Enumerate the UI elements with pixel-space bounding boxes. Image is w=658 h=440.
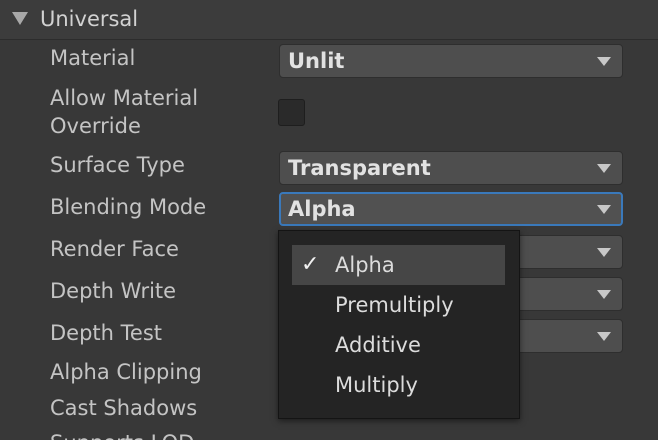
material-label: Material bbox=[50, 46, 136, 70]
surface-type-label: Surface Type bbox=[50, 153, 185, 177]
section-title: Universal bbox=[40, 7, 139, 31]
menu-item-label: Additive bbox=[335, 333, 421, 357]
menu-item-label: Alpha bbox=[335, 253, 395, 277]
chevron-down-icon bbox=[597, 332, 611, 341]
render-face-label: Render Face bbox=[50, 237, 179, 261]
surface-type-dropdown[interactable]: Transparent bbox=[279, 151, 623, 185]
depth-test-label: Depth Test bbox=[50, 321, 162, 345]
checkmark-icon: ✓ bbox=[301, 252, 320, 277]
menu-item-alpha[interactable]: ✓ Alpha bbox=[292, 245, 505, 285]
supports-lod-label: Supports LOD bbox=[50, 429, 194, 440]
chevron-down-icon bbox=[597, 248, 611, 257]
allow-override-label-line1: Allow Material bbox=[50, 86, 199, 110]
alpha-clipping-label: Alpha Clipping bbox=[50, 360, 202, 384]
menu-item-premultiply[interactable]: Premultiply bbox=[292, 285, 505, 325]
material-dropdown[interactable]: Unlit bbox=[279, 44, 623, 78]
universal-section-header[interactable]: Universal bbox=[0, 0, 658, 40]
menu-item-multiply[interactable]: Multiply bbox=[292, 365, 505, 405]
chevron-down-icon bbox=[597, 164, 611, 173]
cast-shadows-label: Cast Shadows bbox=[50, 396, 198, 420]
menu-item-label: Premultiply bbox=[335, 293, 454, 317]
allow-override-checkbox[interactable] bbox=[278, 99, 305, 126]
chevron-down-icon bbox=[597, 290, 611, 299]
blending-mode-label: Blending Mode bbox=[50, 195, 207, 219]
material-value: Unlit bbox=[288, 49, 345, 73]
chevron-down-icon bbox=[597, 57, 611, 66]
menu-item-label: Multiply bbox=[335, 373, 418, 397]
inspector-panel: Universal Material Unlit Allow Material … bbox=[0, 0, 658, 440]
blending-mode-value: Alpha bbox=[288, 197, 356, 221]
blending-mode-menu: ✓ Alpha Premultiply Additive Multiply bbox=[278, 230, 520, 419]
surface-type-value: Transparent bbox=[288, 156, 431, 180]
chevron-down-icon bbox=[597, 205, 611, 214]
depth-write-label: Depth Write bbox=[50, 279, 177, 303]
foldout-arrow-icon[interactable] bbox=[12, 12, 28, 25]
menu-item-additive[interactable]: Additive bbox=[292, 325, 505, 365]
blending-mode-dropdown[interactable]: Alpha bbox=[279, 192, 623, 226]
allow-override-label-line2: Override bbox=[50, 114, 141, 138]
